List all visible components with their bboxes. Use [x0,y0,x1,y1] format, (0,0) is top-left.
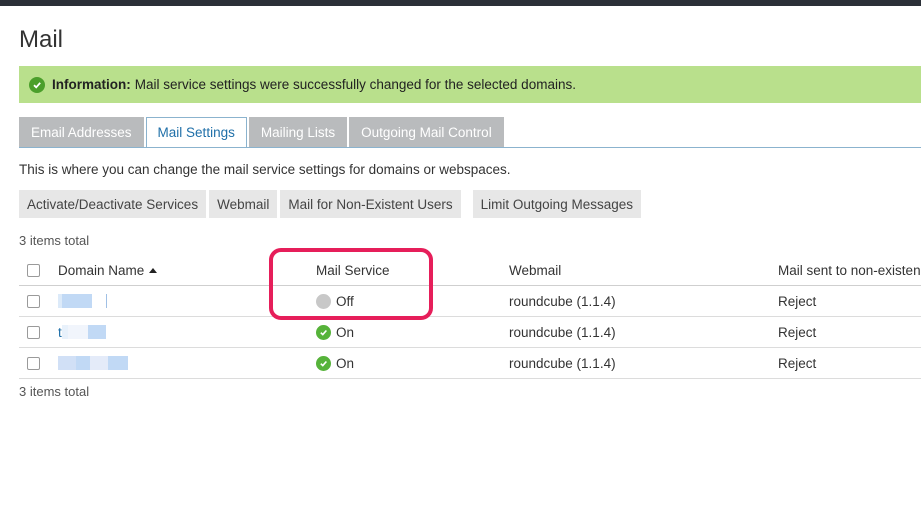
nonexistent-value: Reject [778,293,817,309]
status-off-icon [316,293,331,309]
row-checkbox[interactable] [27,294,40,308]
mail-service-status: Off [316,286,466,316]
check-circle-icon [316,355,331,371]
redacted-domain [58,356,128,370]
tab-bar: Email Addresses Mail Settings Mailing Li… [19,117,506,148]
tab-email-addresses[interactable]: Email Addresses [19,117,144,147]
webmail-button[interactable]: Webmail [209,190,278,218]
table-header-row: Domain Name Mail Service Webmail Mail se… [19,256,921,286]
domain-name-header-label: Domain Name [58,263,145,278]
tab-outgoing-mail-control[interactable]: Outgoing Mail Control [349,117,504,147]
info-label: Information: [52,77,131,92]
select-all-checkbox[interactable] [27,264,40,277]
domain-name-column-header[interactable]: Domain Name [58,256,258,285]
tabs-divider [19,147,921,148]
webmail-value: roundcube (1.1.4) [509,293,616,309]
info-text: Mail service settings were successfully … [134,77,576,92]
page-title: Mail [19,26,64,53]
tab-mailing-lists[interactable]: Mailing Lists [248,117,348,147]
items-count-top: 3 items total [19,233,90,248]
mail-service-column-header: Mail Service [316,263,390,278]
toolbar: Activate/Deactivate Services Webmail Mai… [19,190,644,218]
row-checkbox[interactable] [27,325,40,339]
top-bar [0,0,921,6]
check-circle-icon [316,324,331,340]
table-row: On roundcube (1.1.4) Reject [19,348,921,379]
mail-service-value: On [336,324,355,340]
webmail-value: roundcube (1.1.4) [509,355,616,371]
mail-service-value: Off [336,293,354,309]
limit-outgoing-messages-button[interactable]: Limit Outgoing Messages [472,190,641,218]
table-row: t On roundcube (1.1.4) Reject [19,317,921,348]
mail-service-status: On [316,348,466,378]
items-count-bottom: 3 items total [19,384,90,399]
sort-ascending-icon [149,268,158,273]
mail-for-nonexistent-users-button[interactable]: Mail for Non-Existent Users [280,190,461,218]
row-checkbox[interactable] [27,356,40,370]
nonexistent-column-header: Mail sent to non-existen [778,263,921,278]
nonexistent-value: Reject [778,355,817,371]
redacted-domain [58,294,107,308]
domain-link[interactable] [58,286,258,316]
info-message: Information: Mail service settings were … [19,66,921,103]
domain-link[interactable] [58,348,258,378]
domains-table: Domain Name Mail Service Webmail Mail se… [19,256,921,379]
check-circle-icon [29,76,45,93]
page-description: This is where you can change the mail se… [19,162,511,177]
tab-mail-settings[interactable]: Mail Settings [145,117,247,148]
table-row: Off roundcube (1.1.4) Reject [19,286,921,317]
mail-service-value: On [336,355,355,371]
mail-service-status: On [316,317,466,347]
activate-deactivate-services-button[interactable]: Activate/Deactivate Services [19,190,207,218]
domain-link[interactable]: t [58,317,258,347]
webmail-column-header: Webmail [509,263,562,278]
nonexistent-value: Reject [778,324,817,340]
redacted-domain: t [58,325,106,340]
webmail-value: roundcube (1.1.4) [509,324,616,340]
